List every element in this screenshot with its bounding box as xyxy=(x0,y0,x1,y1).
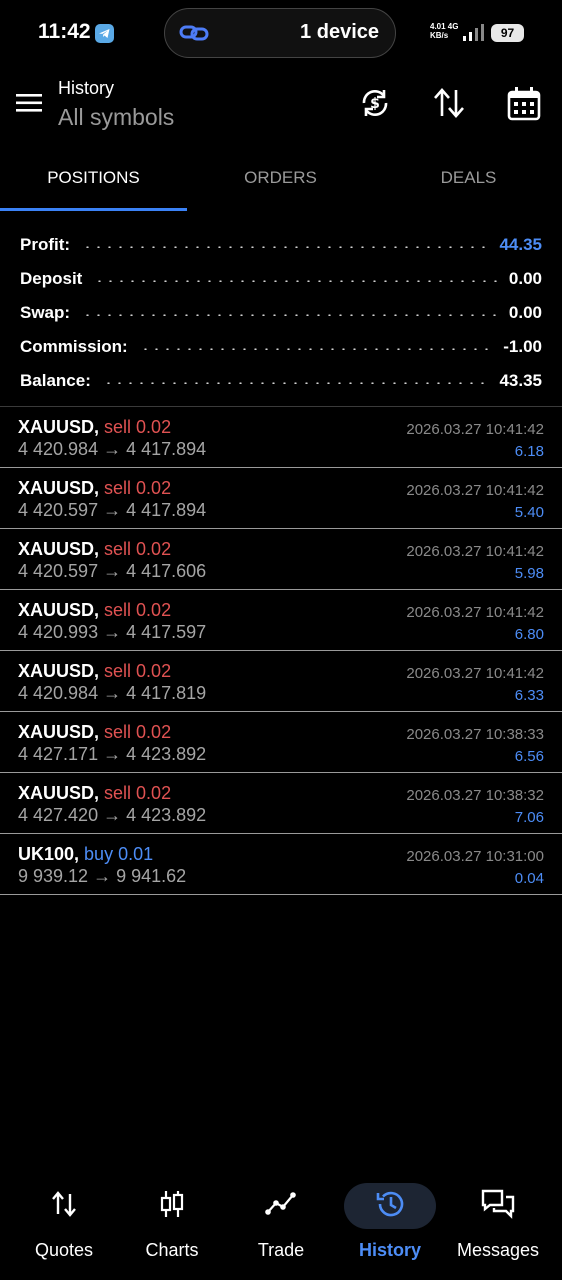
open-price: 4 427.420 xyxy=(18,805,99,825)
sort-icon[interactable] xyxy=(432,86,466,120)
header-title[interactable]: All symbols xyxy=(58,104,174,131)
position-profit: 7.06 xyxy=(514,809,544,826)
position-side: sell 0.02 xyxy=(104,722,172,742)
device-count: 1 device xyxy=(300,21,379,43)
close-price: 4 417.597 xyxy=(126,622,207,642)
history-clock-icon xyxy=(376,1191,404,1217)
position-side: sell 0.02 xyxy=(104,661,172,681)
tab-bar: POSITIONS ORDERS DEALS xyxy=(0,150,562,212)
position-profit: 6.33 xyxy=(514,687,544,704)
summary-swap: Swap: 0.00 xyxy=(20,303,542,322)
position-profit: 6.80 xyxy=(514,626,544,643)
open-price: 4 420.597 xyxy=(18,500,99,520)
tab-positions[interactable]: POSITIONS xyxy=(0,168,187,188)
position-time: 2026.03.27 10:41:42 xyxy=(406,665,544,682)
summary-panel: Profit: 44.35 Deposit 0.00 Swap: 0.00 Commi… xyxy=(20,228,542,398)
position-symbol: XAUUSD, xyxy=(18,600,100,620)
summary-balance: Balance: 43.35 xyxy=(20,371,542,390)
position-side: sell 0.02 xyxy=(104,783,172,803)
calendar-icon[interactable] xyxy=(506,86,542,122)
position-profit: 6.56 xyxy=(514,748,544,765)
open-price: 9 939.12 xyxy=(18,866,89,886)
open-price: 4 420.597 xyxy=(18,561,99,581)
position-profit: 6.18 xyxy=(514,443,544,460)
network-speed: 4.01 4G KB/s xyxy=(430,22,459,40)
quotes-arrows-icon xyxy=(52,1191,76,1217)
position-time: 2026.03.27 10:38:33 xyxy=(406,726,544,743)
open-price: 4 420.984 xyxy=(18,439,99,459)
position-time: 2026.03.27 10:31:00 xyxy=(406,848,544,865)
status-time: 11:42 xyxy=(38,20,91,43)
position-time: 2026.03.27 10:41:42 xyxy=(406,604,544,621)
battery-icon: 97 xyxy=(491,24,524,42)
nav-trade[interactable]: Trade xyxy=(226,1182,336,1261)
summary-commission: Commission: -1.00 xyxy=(20,337,542,356)
position-symbol: XAUUSD, xyxy=(18,478,100,498)
position-profit: 5.98 xyxy=(514,565,544,582)
positions-list: XAUUSD, sell 0.02 4 420.984 → 4 417.894 … xyxy=(0,406,562,895)
position-profit: 5.40 xyxy=(514,504,544,521)
trend-line-icon xyxy=(265,1192,296,1215)
chat-bubbles-icon xyxy=(481,1189,515,1219)
close-price: 9 941.62 xyxy=(116,866,187,886)
position-side: sell 0.02 xyxy=(104,539,172,559)
tab-indicator xyxy=(0,208,187,211)
position-time: 2026.03.27 10:41:42 xyxy=(406,421,544,438)
position-profit: 0.04 xyxy=(514,870,544,887)
position-symbol: XAUUSD, xyxy=(18,661,100,681)
position-side: sell 0.02 xyxy=(104,417,172,437)
list-item[interactable]: XAUUSD, sell 0.02 4 420.597 → 4 417.894 … xyxy=(0,468,562,529)
list-item[interactable]: XAUUSD, sell 0.02 4 420.597 → 4 417.606 … xyxy=(0,529,562,590)
close-price: 4 417.894 xyxy=(126,439,207,459)
position-symbol: XAUUSD, xyxy=(18,722,100,742)
list-item[interactable]: XAUUSD, sell 0.02 4 420.993 → 4 417.597 … xyxy=(0,590,562,651)
bottom-nav: Quotes Charts Trade History Messages xyxy=(0,1176,562,1280)
open-price: 4 420.984 xyxy=(18,683,99,703)
device-pill[interactable]: 1 device xyxy=(164,8,396,58)
position-symbol: XAUUSD, xyxy=(18,417,100,437)
close-price: 4 417.606 xyxy=(126,561,207,581)
open-price: 4 427.171 xyxy=(18,744,99,764)
nav-history[interactable]: History xyxy=(335,1182,445,1261)
list-item[interactable]: XAUUSD, sell 0.02 4 420.984 → 4 417.819 … xyxy=(0,651,562,712)
close-price: 4 423.892 xyxy=(126,805,207,825)
currency-exchange-icon[interactable]: $ xyxy=(358,86,392,120)
nav-messages[interactable]: Messages xyxy=(443,1182,553,1261)
menu-icon[interactable] xyxy=(16,92,44,114)
header-subtitle: History xyxy=(58,78,115,98)
close-price: 4 417.894 xyxy=(126,500,207,520)
nav-quotes[interactable]: Quotes xyxy=(9,1182,119,1261)
position-symbol: UK100, xyxy=(18,844,80,864)
link-icon xyxy=(179,25,209,41)
list-item[interactable]: XAUUSD, sell 0.02 4 427.420 → 4 423.892 … xyxy=(0,773,562,834)
list-item[interactable]: XAUUSD, sell 0.02 4 420.984 → 4 417.894 … xyxy=(0,407,562,468)
status-bar: 11:42 1 device 4.01 4G KB/s 97 xyxy=(0,0,562,66)
list-item[interactable]: UK100, buy 0.01 9 939.12 → 9 941.62 2026… xyxy=(0,834,562,895)
position-side: sell 0.02 xyxy=(104,600,172,620)
tab-orders[interactable]: ORDERS xyxy=(187,168,374,188)
nav-charts[interactable]: Charts xyxy=(117,1182,227,1261)
position-symbol: XAUUSD, xyxy=(18,539,100,559)
open-price: 4 420.993 xyxy=(18,622,99,642)
close-price: 4 417.819 xyxy=(126,683,207,703)
svg-text:$: $ xyxy=(370,96,380,112)
close-price: 4 423.892 xyxy=(126,744,207,764)
position-symbol: XAUUSD, xyxy=(18,783,100,803)
tab-deals[interactable]: DEALS xyxy=(375,168,562,188)
signal-icon xyxy=(463,24,484,41)
candlestick-icon xyxy=(160,1191,184,1217)
position-side: sell 0.02 xyxy=(104,478,172,498)
list-item[interactable]: XAUUSD, sell 0.02 4 427.171 → 4 423.892 … xyxy=(0,712,562,773)
summary-deposit: Deposit 0.00 xyxy=(20,269,542,288)
telegram-icon xyxy=(95,24,114,43)
position-time: 2026.03.27 10:38:32 xyxy=(406,787,544,804)
summary-profit: Profit: 44.35 xyxy=(20,235,542,254)
position-side: buy 0.01 xyxy=(84,844,154,864)
position-time: 2026.03.27 10:41:42 xyxy=(406,543,544,560)
position-time: 2026.03.27 10:41:42 xyxy=(406,482,544,499)
